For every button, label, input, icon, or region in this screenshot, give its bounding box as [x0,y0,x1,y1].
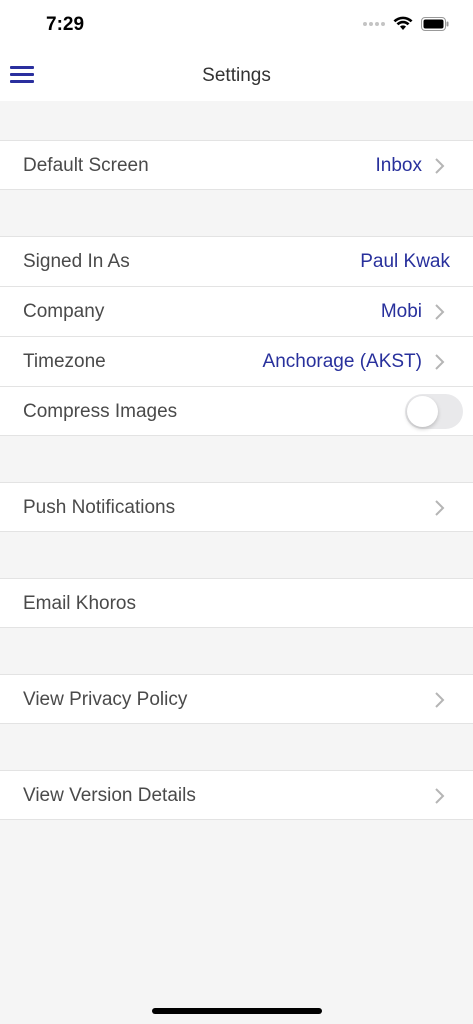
signed-in-as-value: Paul Kwak [360,251,450,272]
privacy-policy-label: View Privacy Policy [23,689,188,710]
timezone-label: Timezone [23,351,106,372]
chevron-right-icon [435,692,445,708]
email-khoros-row[interactable]: Email Khoros [0,578,473,628]
timezone-value: Anchorage (AKST) [262,351,422,372]
page-title: Settings [202,65,271,86]
default-screen-row[interactable]: Default Screen Inbox [0,140,473,190]
signed-in-as-label: Signed In As [23,251,130,272]
home-indicator[interactable] [152,1008,322,1014]
company-row[interactable]: Company Mobi [0,286,473,336]
timezone-row[interactable]: Timezone Anchorage (AKST) [0,336,473,386]
compress-images-toggle[interactable] [405,394,463,429]
chevron-right-icon [435,158,445,174]
toggle-knob [407,396,438,427]
compress-images-label: Compress Images [23,401,178,422]
company-label: Company [23,301,105,322]
push-notifications-label: Push Notifications [23,497,176,518]
version-details-row[interactable]: View Version Details [0,770,473,820]
navigation-bar: Settings [0,52,473,101]
chevron-right-icon [435,788,445,804]
battery-icon [421,16,449,31]
status-bar: 7:29 [0,0,473,52]
signed-in-as-row: Signed In As Paul Kwak [0,236,473,286]
chevron-right-icon [435,500,445,516]
status-time: 7:29 [46,14,85,35]
chevron-right-icon [435,304,445,320]
cellular-signal-icon [363,21,385,26]
status-icons [363,16,449,31]
version-details-label: View Version Details [23,785,196,806]
email-khoros-label: Email Khoros [23,593,136,614]
privacy-policy-row[interactable]: View Privacy Policy [0,674,473,724]
company-value: Mobi [380,301,422,322]
chevron-right-icon [435,354,445,370]
wifi-icon [393,16,413,30]
compress-images-row: Compress Images [0,386,473,436]
default-screen-label: Default Screen [23,155,149,176]
push-notifications-row[interactable]: Push Notifications [0,482,473,532]
default-screen-value: Inbox [375,155,422,176]
